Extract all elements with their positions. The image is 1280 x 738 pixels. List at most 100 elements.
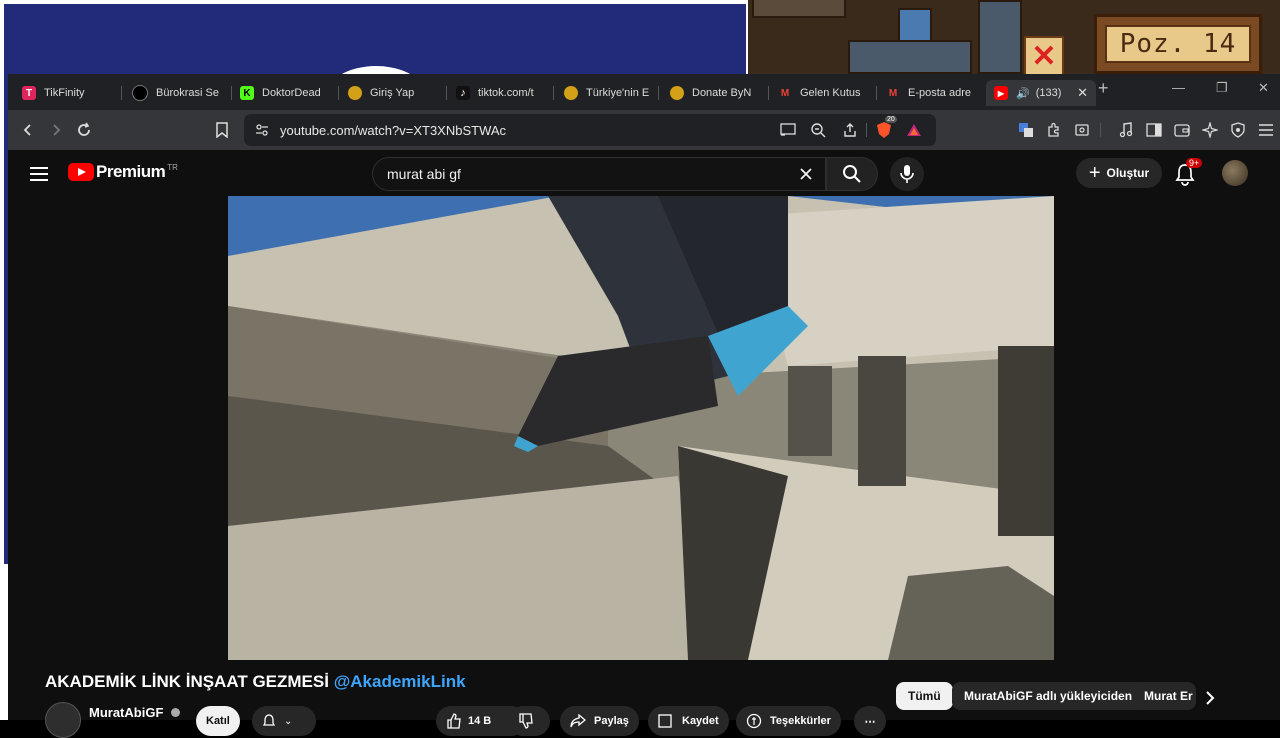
tab-label: E-posta adre bbox=[908, 87, 971, 99]
search-input[interactable]: murat abi gf bbox=[372, 157, 826, 191]
subscribe-bell-button[interactable]: ⌄ bbox=[252, 706, 316, 736]
plus-icon: + bbox=[1088, 161, 1101, 184]
gmail-icon: M bbox=[888, 87, 898, 99]
zoom-icon[interactable] bbox=[806, 118, 830, 142]
tab-separator bbox=[338, 86, 339, 100]
tab-separator bbox=[121, 86, 122, 100]
tab-label: DoktorDead bbox=[262, 87, 321, 99]
chip-from-uploader[interactable]: MuratAbiGF adlı yükleyiciden bbox=[952, 682, 1145, 710]
channel-handle-link[interactable]: @AkademikLink bbox=[334, 672, 466, 691]
browser-toolbar: youtube.com/watch?v=XT3XNbSTWAc 20 bbox=[8, 110, 1280, 150]
brave-rewards-icon[interactable] bbox=[902, 118, 926, 142]
youtube-premium-logo[interactable]: Premium TR bbox=[68, 162, 178, 182]
chip-murat[interactable]: Murat Er bbox=[1132, 682, 1196, 710]
search-button[interactable] bbox=[826, 157, 878, 191]
video-player[interactable] bbox=[228, 196, 1054, 660]
verified-icon bbox=[171, 708, 181, 717]
tab-youtube-active[interactable]: ▶ 🔊 (133) ✕ bbox=[986, 80, 1096, 106]
vpn-shield-icon[interactable] bbox=[1226, 118, 1250, 142]
close-tab-icon[interactable]: ✕ bbox=[1077, 85, 1088, 101]
tab-separator bbox=[231, 86, 232, 100]
kick-icon: K bbox=[240, 86, 254, 100]
restore-icon[interactable]: ❐ bbox=[1216, 80, 1228, 96]
tab-gelen-kutusu[interactable]: M Gelen Kutus bbox=[778, 80, 872, 106]
brave-shields-icon[interactable]: 20 bbox=[872, 116, 897, 142]
bookmark-icon[interactable] bbox=[210, 118, 234, 142]
share-button[interactable]: Paylaş bbox=[560, 706, 639, 736]
tab-label: Donate ByN bbox=[692, 87, 752, 99]
audio-playing-icon[interactable]: 🔊 bbox=[1016, 87, 1030, 100]
tab-turkiyenin[interactable]: Türkiye'nin E bbox=[564, 80, 650, 106]
more-actions-button[interactable]: ⋯ bbox=[854, 706, 886, 736]
game-sign: Poz. 14 bbox=[1094, 14, 1262, 74]
back-icon[interactable] bbox=[16, 118, 40, 142]
tikfinity-icon: T bbox=[22, 86, 36, 100]
thanks-button[interactable]: Teşekkürler bbox=[736, 706, 841, 736]
bullhorn-icon bbox=[132, 85, 148, 101]
music-icon[interactable] bbox=[1114, 118, 1138, 142]
search-icon bbox=[843, 165, 861, 183]
tab-label: (133) bbox=[1035, 87, 1062, 99]
voice-search-button[interactable] bbox=[890, 157, 924, 191]
join-button[interactable]: Katıl bbox=[196, 706, 240, 736]
tab-tiktok[interactable]: ♪ tiktok.com/t bbox=[456, 80, 540, 106]
dislike-button[interactable] bbox=[508, 706, 550, 736]
globe-hat-icon bbox=[670, 86, 684, 100]
address-bar[interactable]: youtube.com/watch?v=XT3XNbSTWAc 20 bbox=[244, 114, 936, 146]
chip-all[interactable]: Tümü bbox=[896, 682, 953, 710]
save-button[interactable]: Kaydet bbox=[648, 706, 729, 736]
gmail-icon: M bbox=[780, 87, 790, 99]
sidebar-icon[interactable] bbox=[1142, 118, 1166, 142]
share-icon[interactable] bbox=[838, 118, 862, 142]
translate-icon[interactable] bbox=[1014, 118, 1038, 142]
youtube-icon: ▶ bbox=[994, 86, 1008, 100]
save-label: Kaydet bbox=[682, 715, 719, 727]
tab-separator bbox=[553, 86, 554, 100]
notification-count-badge: 9+ bbox=[1186, 158, 1203, 168]
site-settings-icon[interactable] bbox=[250, 118, 274, 142]
tab-donate[interactable]: Donate ByN bbox=[670, 80, 762, 106]
minimize-icon[interactable]: — bbox=[1172, 80, 1185, 95]
game-tile bbox=[898, 8, 932, 42]
tab-giris-yap[interactable]: Giriş Yap bbox=[348, 80, 440, 106]
create-label: Oluştur bbox=[1106, 166, 1150, 180]
tab-separator bbox=[876, 86, 877, 100]
divider bbox=[866, 123, 867, 137]
tab-label: Gelen Kutus bbox=[800, 87, 861, 99]
reload-icon[interactable] bbox=[72, 118, 96, 142]
tiktok-icon: ♪ bbox=[456, 86, 470, 100]
user-avatar[interactable] bbox=[1222, 160, 1248, 186]
save-playlist-icon bbox=[658, 714, 672, 728]
globe-hat-icon bbox=[564, 86, 578, 100]
close-window-icon[interactable]: ✕ bbox=[1258, 80, 1269, 96]
tab-eposta[interactable]: M E-posta adre bbox=[886, 80, 978, 106]
bell-icon bbox=[262, 714, 276, 726]
divider bbox=[1100, 123, 1101, 137]
create-button[interactable]: + Oluştur bbox=[1076, 158, 1162, 188]
chips-next-icon[interactable] bbox=[1204, 686, 1216, 711]
microphone-icon bbox=[900, 165, 914, 183]
tab-separator bbox=[446, 86, 447, 100]
menu-icon[interactable] bbox=[1254, 118, 1278, 142]
video-title-text: AKADEMİK LİNK İNŞAAT GEZMESİ bbox=[45, 672, 329, 691]
cast-icon[interactable] bbox=[776, 118, 800, 142]
tab-label: Türkiye'nin E bbox=[586, 87, 650, 99]
extensions-icon[interactable] bbox=[1042, 118, 1066, 142]
channel-name[interactable]: MuratAbiGF bbox=[89, 705, 181, 720]
url-text: youtube.com/watch?v=XT3XNbSTWAc bbox=[280, 123, 507, 138]
wallet-icon[interactable] bbox=[1170, 118, 1194, 142]
forward-icon[interactable] bbox=[44, 118, 68, 142]
clear-search-icon[interactable] bbox=[793, 161, 819, 187]
tab-doktordead[interactable]: K DoktorDead bbox=[240, 80, 330, 106]
channel-avatar[interactable] bbox=[45, 702, 81, 738]
screenshot-icon[interactable] bbox=[1070, 118, 1094, 142]
tab-tikfinity[interactable]: T TikFinity bbox=[22, 80, 120, 106]
game-x-icon: ✕ bbox=[1024, 36, 1064, 76]
new-tab-icon[interactable]: + bbox=[1098, 78, 1109, 99]
leo-ai-icon[interactable] bbox=[1198, 118, 1222, 142]
video-frame bbox=[228, 196, 1054, 660]
browser-window: T TikFinity Bürokrasi Se K DoktorDead Gi… bbox=[8, 74, 1280, 738]
hamburger-menu-icon[interactable] bbox=[28, 164, 50, 186]
tab-separator bbox=[768, 86, 769, 100]
tab-burokrasi[interactable]: Bürokrasi Se bbox=[132, 80, 230, 106]
